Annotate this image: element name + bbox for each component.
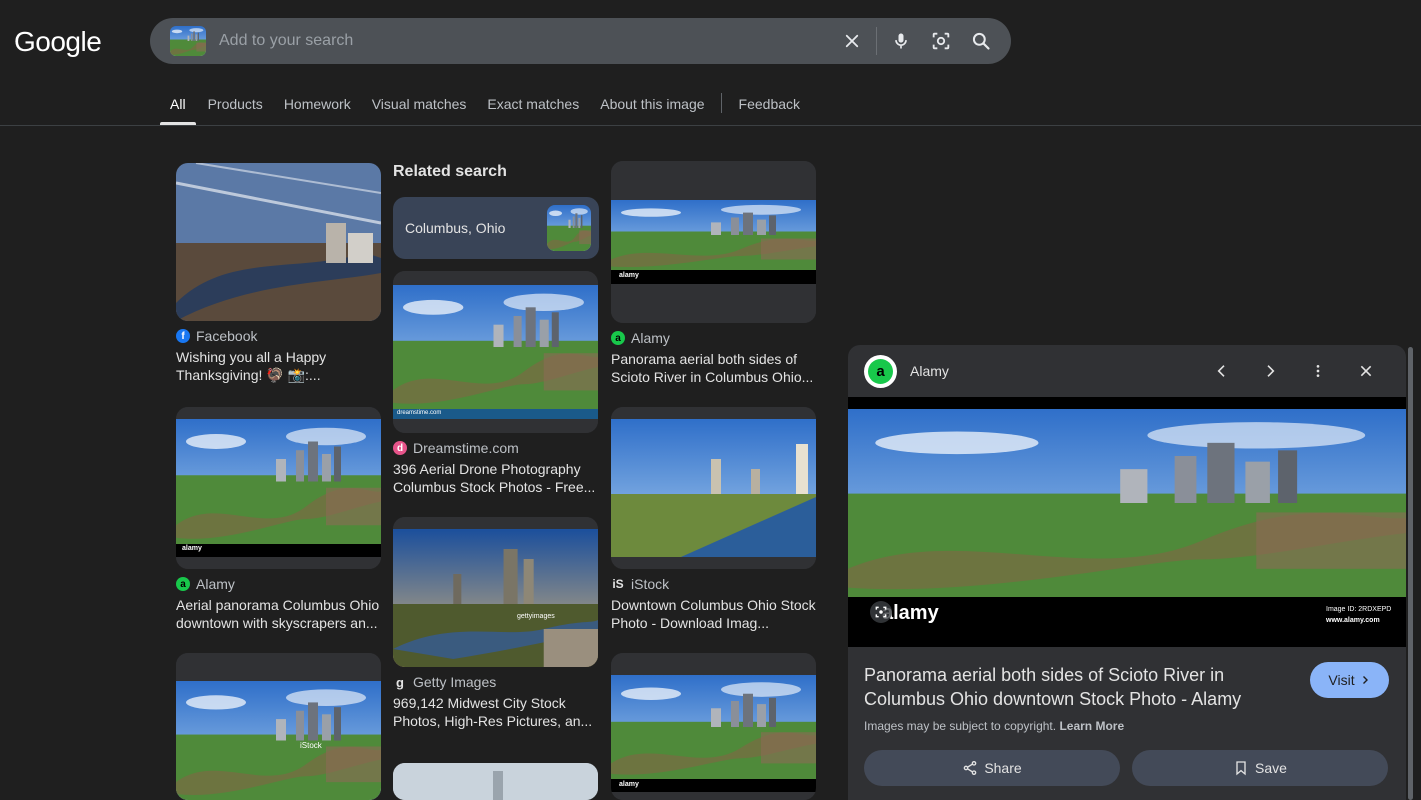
related-chip-thumbnail xyxy=(547,205,591,251)
result-source: a Alamy xyxy=(176,575,381,593)
tab-visual-matches[interactable]: Visual matches xyxy=(372,84,467,125)
result-card[interactable]: iS iStock Downtown Columbus Ohio Stock P… xyxy=(611,407,816,632)
close-icon[interactable] xyxy=(1342,353,1390,389)
watermark-text: alamy xyxy=(619,781,639,788)
source-name: Alamy xyxy=(631,330,670,346)
result-card[interactable]: alamy a Alamy Panorama aerial both sides… xyxy=(611,161,816,386)
search-input[interactable]: Add to your search xyxy=(219,32,832,50)
lens-search-icon[interactable] xyxy=(870,601,892,623)
dreamstime-icon: d xyxy=(393,441,407,455)
lens-camera-icon[interactable] xyxy=(921,21,961,61)
result-image[interactable]: alamy xyxy=(611,653,816,800)
watermark-text: dreamstime.com xyxy=(397,410,442,416)
bookmark-icon xyxy=(1236,761,1246,776)
panel-preview-image[interactable]: alamy Image ID: 2RDXEPD www.alamy.com xyxy=(848,397,1406,647)
result-title[interactable]: Wishing you all a Happy Thanksgiving! 🦃 … xyxy=(176,348,381,384)
tab-exact-matches[interactable]: Exact matches xyxy=(487,84,579,125)
watermark-text: alamy xyxy=(182,545,202,552)
save-button[interactable]: Save xyxy=(1132,750,1388,786)
result-image[interactable]: dreamstime.com xyxy=(393,271,598,433)
tab-about-this-image[interactable]: About this image xyxy=(600,84,704,125)
tab-all[interactable]: All xyxy=(160,84,196,125)
chevron-left-icon[interactable] xyxy=(1198,353,1246,389)
alamy-icon: a xyxy=(611,331,625,345)
watermark-text: iStock xyxy=(300,741,322,750)
getty-icon: g xyxy=(396,674,404,690)
search-tabs: All Products Homework Visual matches Exa… xyxy=(160,84,821,125)
result-source: d Dreamstime.com xyxy=(393,439,598,457)
more-options-icon[interactable] xyxy=(1294,353,1342,389)
istock-icon: iS xyxy=(612,577,624,591)
image-id-text: Image ID: 2RDXEPD xyxy=(1326,606,1392,613)
result-source: g Getty Images xyxy=(393,673,598,691)
alamy-icon: a xyxy=(176,577,190,591)
result-source: iS iStock xyxy=(611,575,816,593)
result-card[interactable] xyxy=(393,763,598,800)
share-icon xyxy=(963,761,977,775)
related-search-heading: Related search xyxy=(393,163,507,180)
result-image[interactable] xyxy=(611,407,816,569)
watermark-text: alamy xyxy=(619,272,639,279)
result-title[interactable]: Downtown Columbus Ohio Stock Photo - Dow… xyxy=(611,596,816,632)
chevron-right-icon xyxy=(1362,676,1368,684)
result-image[interactable]: gettyimages xyxy=(393,517,598,667)
result-image[interactable] xyxy=(176,163,381,321)
result-card[interactable]: iStock xyxy=(176,653,381,800)
result-card[interactable]: dreamstime.com d Dreamstime.com 396 Aeri… xyxy=(393,271,598,496)
tab-products[interactable]: Products xyxy=(208,84,263,125)
result-title[interactable]: 969,142 Midwest City Stock Photos, High-… xyxy=(393,694,598,730)
visit-button[interactable]: Visit xyxy=(1310,662,1389,698)
alamy-logo-icon: a xyxy=(864,354,897,388)
copyright-notice: Images may be subject to copyright. Lear… xyxy=(864,719,1124,733)
google-logo[interactable]: Google xyxy=(14,26,102,58)
related-search-chip[interactable]: Columbus, Ohio xyxy=(393,197,599,259)
result-image[interactable]: alamy xyxy=(611,161,816,323)
share-button[interactable]: Share xyxy=(864,750,1120,786)
learn-more-link[interactable]: Learn More xyxy=(1059,719,1124,733)
source-name: iStock xyxy=(631,576,670,592)
result-card[interactable]: f Facebook Wishing you all a Happy Thank… xyxy=(176,163,381,384)
related-chip-label: Columbus, Ohio xyxy=(405,220,506,236)
result-title[interactable]: 396 Aerial Drone Photography Columbus St… xyxy=(393,460,598,496)
clear-icon[interactable] xyxy=(832,21,872,61)
feedback-link[interactable]: Feedback xyxy=(739,84,800,125)
source-name: Alamy xyxy=(196,576,235,592)
search-image-thumbnail[interactable] xyxy=(170,26,206,56)
source-name: Getty Images xyxy=(413,674,497,690)
search-divider xyxy=(876,27,877,55)
result-title[interactable]: Aerial panorama Columbus Ohio downtown w… xyxy=(176,596,381,632)
result-image[interactable] xyxy=(393,763,598,800)
result-image[interactable]: alamy xyxy=(176,407,381,569)
result-card[interactable]: alamy a Alamy Aerial panorama Columbus O… xyxy=(176,407,381,632)
panel-header: a Alamy xyxy=(848,345,1406,397)
source-name: Facebook xyxy=(196,328,258,344)
copyright-text: Images may be subject to copyright. xyxy=(864,719,1057,733)
result-card[interactable]: alamy xyxy=(611,653,816,800)
facebook-icon: f xyxy=(176,329,190,343)
image-detail-panel: a Alamy alamy Image ID: 2RDXEPD www.alam… xyxy=(848,345,1406,800)
save-label: Save xyxy=(1255,760,1287,776)
source-name: Dreamstime.com xyxy=(413,440,519,456)
panel-scrollbar[interactable] xyxy=(1408,347,1413,800)
search-bar[interactable]: Add to your search xyxy=(150,18,1011,64)
result-image[interactable]: iStock xyxy=(176,653,381,800)
result-source: f Facebook xyxy=(176,327,381,345)
watermark-text: gettyimages xyxy=(517,613,555,620)
image-site-text: www.alamy.com xyxy=(1326,617,1380,624)
chevron-right-icon[interactable] xyxy=(1246,353,1294,389)
result-title[interactable]: Panorama aerial both sides of Scioto Riv… xyxy=(611,350,816,386)
panel-title[interactable]: Panorama aerial both sides of Scioto Riv… xyxy=(864,663,1284,711)
panel-source-name[interactable]: Alamy xyxy=(910,363,1198,379)
result-card[interactable]: gettyimages g Getty Images 969,142 Midwe… xyxy=(393,517,598,730)
search-icon[interactable] xyxy=(961,21,1001,61)
tabs-divider xyxy=(720,93,722,113)
visit-label: Visit xyxy=(1328,672,1355,688)
tab-homework[interactable]: Homework xyxy=(284,84,351,125)
share-label: Share xyxy=(984,760,1022,776)
tabs-underline-rule xyxy=(0,125,1421,126)
result-source: a Alamy xyxy=(611,329,816,347)
microphone-icon[interactable] xyxy=(881,21,921,61)
